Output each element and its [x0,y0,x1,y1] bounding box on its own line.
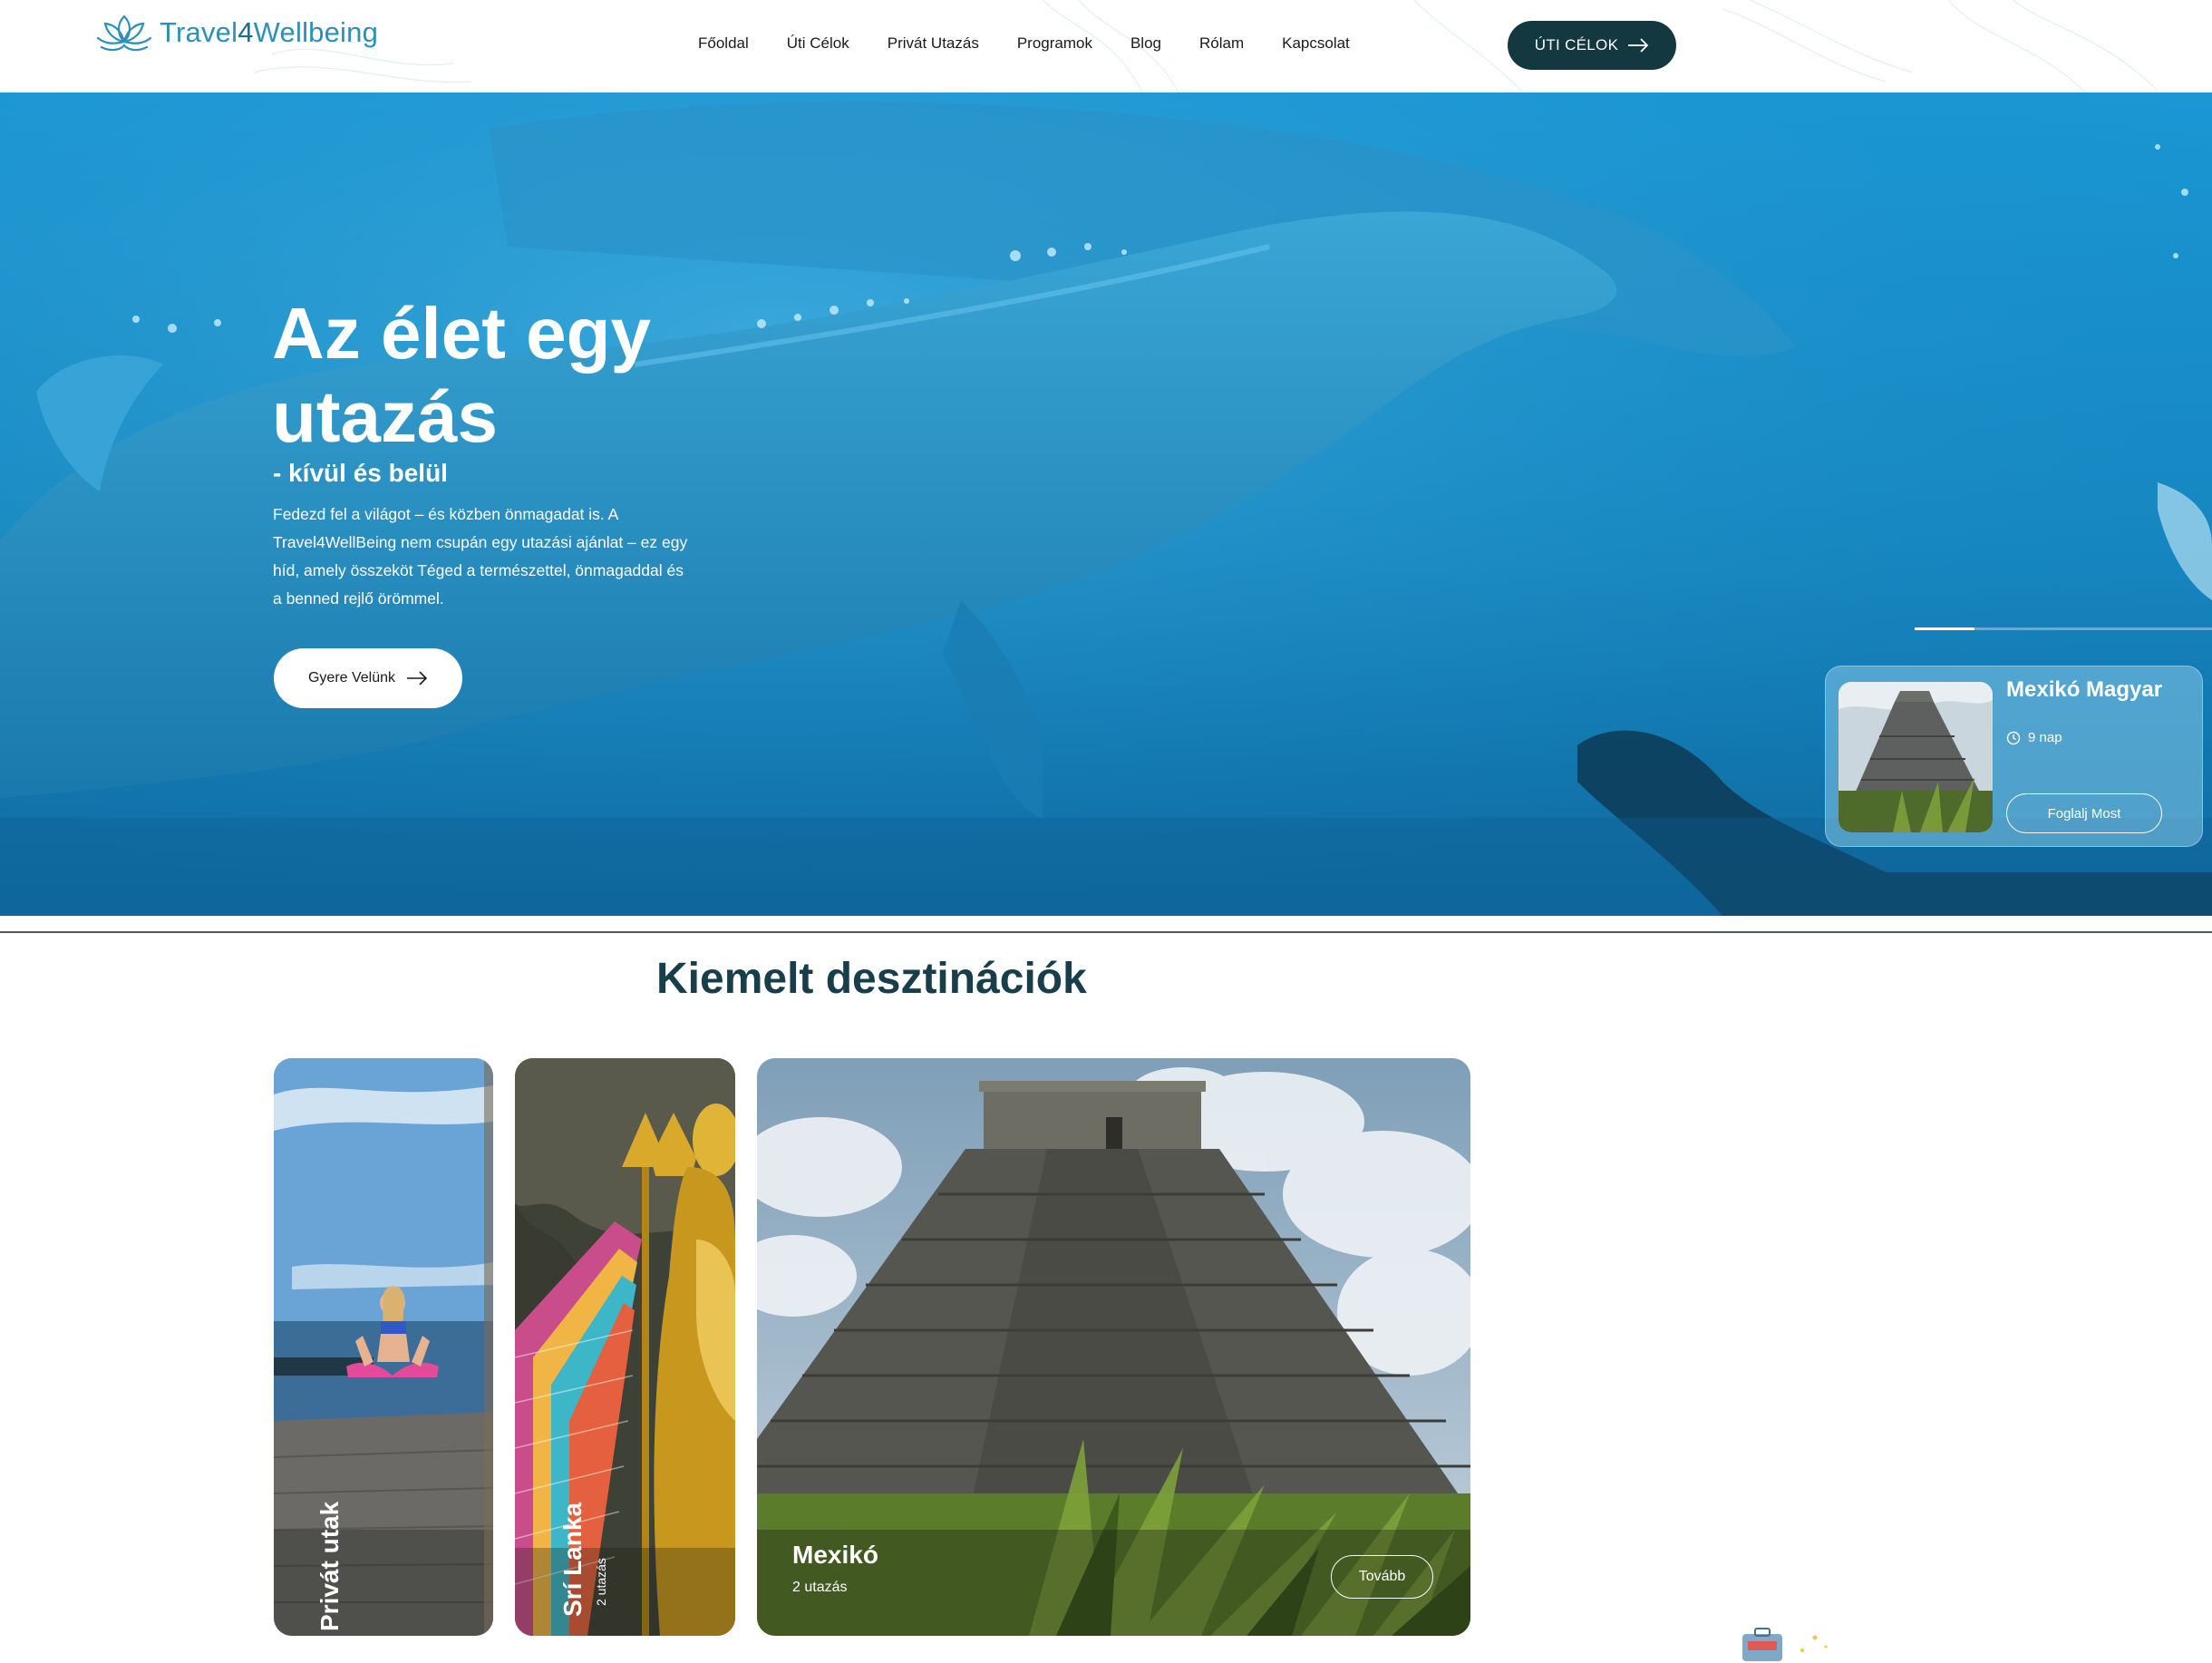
golden-statue-image [515,1058,735,1636]
hero-section: Az élet egy utazás - kívül és belül Fede… [0,92,2212,916]
join-us-button[interactable]: Gyere Velünk [274,648,462,708]
arrow-right-icon [1628,38,1649,53]
hero-description: Fedezd fel a világot – és közben önmagad… [273,505,688,608]
lotus-logo-icon [96,15,152,52]
sri-lanka-label: Srí Lanka [558,1502,587,1617]
tour-duration-label: 9 nap [2028,730,2062,745]
site-logo[interactable]: Travel4Wellbeing [94,9,378,56]
site-header: Travel4Wellbeing Főoldal Úti Célok Privá… [0,0,2212,92]
suitcase-decoration-icon [1742,1628,1828,1661]
logo-text: Travel4Wellbeing [160,16,379,48]
book-now-button[interactable]: Foglalj Most [2006,793,2162,833]
join-us-label: Gyere Velünk [307,670,396,686]
featured-tour-card[interactable]: Mexikó Magyar 9 nap Foglalj Most [1825,666,2203,847]
slider-progress-bar[interactable] [1915,627,2212,630]
nav-private-travel[interactable]: Privát Utazás [888,34,979,53]
destinations-cta-button[interactable]: ÚTI CÉLOK [1508,21,1676,70]
cta-label: ÚTI CÉLOK [1534,36,1619,53]
destination-card-sri-lanka[interactable]: Srí Lanka 2 utazás [515,1058,735,1636]
clock-icon [2006,731,2021,744]
sri-lanka-trip-count: 2 utazás [594,1558,608,1606]
tour-title: Mexikó Magyar [2006,677,2163,702]
tour-duration: 9 nap [2006,730,2062,745]
pyramid-thumbnail-image [1838,682,1993,832]
nav-contact[interactable]: Kapcsolat [1282,34,1350,53]
hero-subtitle: - kívül és belül [273,459,448,487]
nav-programs[interactable]: Programok [1017,34,1092,53]
section-divider [0,931,2212,933]
slider-progress-fill [1915,627,1974,630]
mexico-trip-count: 2 utazás [792,1580,848,1595]
mexico-label: Mexikó [792,1541,878,1569]
nav-destinations[interactable]: Úti Célok [787,34,849,53]
more-button[interactable]: Tovább [1331,1555,1433,1599]
destination-card-private-trips[interactable]: Privát utak [274,1058,493,1636]
yoga-pier-image [274,1058,493,1636]
arrow-right-icon [407,671,428,686]
destination-card-mexico[interactable]: Mexikó 2 utazás Tovább [757,1058,1470,1636]
nav-blog[interactable]: Blog [1130,34,1161,53]
nav-about[interactable]: Rólam [1199,34,1244,53]
nav-home[interactable]: Főoldal [698,34,749,53]
hero-title: Az élet egy utazás [272,293,651,457]
featured-destinations-title: Kiemelt desztinációk [656,955,1087,1003]
tour-thumbnail [1838,682,1993,832]
main-navigation: Főoldal Úti Célok Privát Utazás Programo… [698,34,1388,53]
private-trips-label: Privát utak [315,1501,344,1631]
